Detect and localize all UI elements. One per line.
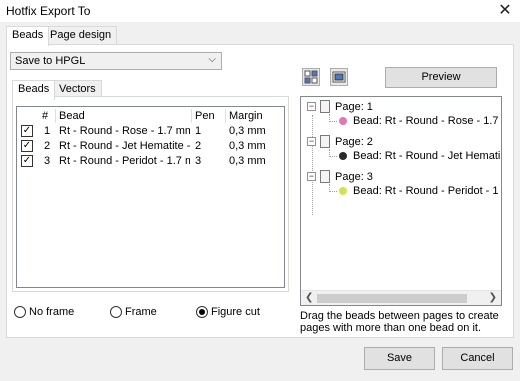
tree-node-label: Page: 2 xyxy=(335,135,373,148)
row-checkbox[interactable]: ✓ xyxy=(21,155,33,167)
tree-node-page-2[interactable]: − Page: 2 xyxy=(307,135,373,148)
table-header: # Bead Pen Margin xyxy=(17,109,284,123)
radio-frame[interactable]: Frame xyxy=(110,306,157,318)
radio-label: No frame xyxy=(29,306,75,318)
collapse-icon[interactable]: − xyxy=(307,172,316,181)
row-margin: 0,3 mm xyxy=(229,155,266,167)
radio-label: Frame xyxy=(125,306,157,318)
row-checkbox[interactable]: ✓ xyxy=(21,140,33,152)
row-num: 1 xyxy=(44,125,51,137)
tree-node-label: Bead: Rt - Round - Peridot - 1 xyxy=(353,185,499,197)
drag-hint-text: Drag the beads between pages to create p… xyxy=(300,310,499,334)
page-icon xyxy=(320,100,330,113)
collapse-icon[interactable]: − xyxy=(307,102,316,111)
page-icon xyxy=(320,135,330,148)
tab-page-design[interactable]: Page design xyxy=(44,26,118,45)
save-button[interactable]: Save xyxy=(364,347,435,370)
row-num: 2 xyxy=(44,140,51,152)
table-row[interactable]: ✓ 2 Rt - Round - Jet Hematite - 1.7 mm 2… xyxy=(17,139,284,153)
collapse-icon[interactable]: − xyxy=(307,137,316,146)
preview-button[interactable]: Preview xyxy=(385,67,497,88)
page-layout-icon[interactable] xyxy=(302,68,320,86)
row-num: 3 xyxy=(44,155,51,167)
radio-circle[interactable] xyxy=(196,306,208,318)
row-bead: Rt - Round - Peridot - 1.7 mm xyxy=(59,155,190,167)
scroll-right-icon[interactable]: ❯ xyxy=(489,292,497,303)
tree-node-label: Page: 1 xyxy=(335,100,373,113)
row-pen: 1 xyxy=(195,125,202,137)
page-icon xyxy=(320,170,330,183)
col-header-pen[interactable]: Pen xyxy=(195,110,215,122)
scroll-thumb[interactable] xyxy=(317,294,467,303)
tree-node-label: Page: 3 xyxy=(335,170,373,183)
row-bead: Rt - Round - Jet Hematite - 1.7 mm xyxy=(59,140,190,152)
horizontal-scrollbar[interactable]: ❮ ❯ xyxy=(301,290,501,305)
window-title: Hotfix Export To xyxy=(6,4,91,18)
radio-circle[interactable] xyxy=(14,306,26,318)
cancel-button[interactable]: Cancel xyxy=(442,347,513,370)
tree-node-bead[interactable]: Bead: Rt - Round - Rose - 1.7 xyxy=(339,115,499,127)
radio-figure-cut[interactable]: Figure cut xyxy=(196,306,260,318)
row-checkbox[interactable]: ✓ xyxy=(21,125,33,137)
tree-node-label: Bead: Rt - Round - Rose - 1.7 xyxy=(353,115,499,127)
bead-dot-icon xyxy=(339,117,347,125)
close-icon[interactable]: ✕ xyxy=(490,0,520,22)
tree-node-label: Bead: Rt - Round - Jet Hemati xyxy=(353,150,501,162)
chevron-down-icon: ⌵ xyxy=(208,54,216,65)
bead-dot-icon xyxy=(339,152,347,160)
export-format-select[interactable]: Save to HPGL ⌵ xyxy=(10,52,222,70)
bead-table: # Bead Pen Margin ✓ 1 Rt - Round - Rose … xyxy=(16,106,285,288)
page-add-icon[interactable] xyxy=(330,68,348,86)
tree-node-page-1[interactable]: − Page: 1 xyxy=(307,100,373,113)
row-bead: Rt - Round - Rose - 1.7 mm xyxy=(59,125,190,137)
table-row[interactable]: ✓ 1 Rt - Round - Rose - 1.7 mm 1 0,3 mm xyxy=(17,124,284,138)
col-header-bead[interactable]: Bead xyxy=(59,110,85,122)
tab-inner-beads[interactable]: Beads xyxy=(12,80,56,100)
table-row[interactable]: ✓ 3 Rt - Round - Peridot - 1.7 mm 3 0,3 … xyxy=(17,154,284,168)
row-pen: 2 xyxy=(195,140,202,152)
scroll-left-icon[interactable]: ❮ xyxy=(305,292,313,303)
export-format-value: Save to HPGL xyxy=(15,55,86,67)
radio-no-frame[interactable]: No frame xyxy=(14,306,74,318)
col-header-num[interactable]: # xyxy=(42,110,48,122)
tab-beads[interactable]: Beads xyxy=(6,26,50,46)
row-margin: 0,3 mm xyxy=(229,125,266,137)
row-pen: 3 xyxy=(195,155,202,167)
title-bar: Hotfix Export To ✕ xyxy=(0,0,520,22)
radio-circle[interactable] xyxy=(110,306,122,318)
tree-node-bead[interactable]: Bead: Rt - Round - Jet Hemati xyxy=(339,150,500,162)
tree-node-bead[interactable]: Bead: Rt - Round - Peridot - 1 xyxy=(339,185,499,197)
col-header-margin[interactable]: Margin xyxy=(229,110,263,122)
page-tree[interactable]: − Page: 1 Bead: Rt - Round - Rose - 1.7 … xyxy=(300,96,502,306)
bead-dot-icon xyxy=(339,187,347,195)
radio-label: Figure cut xyxy=(211,306,260,318)
row-margin: 0,3 mm xyxy=(229,140,266,152)
tree-node-page-3[interactable]: − Page: 3 xyxy=(307,170,373,183)
